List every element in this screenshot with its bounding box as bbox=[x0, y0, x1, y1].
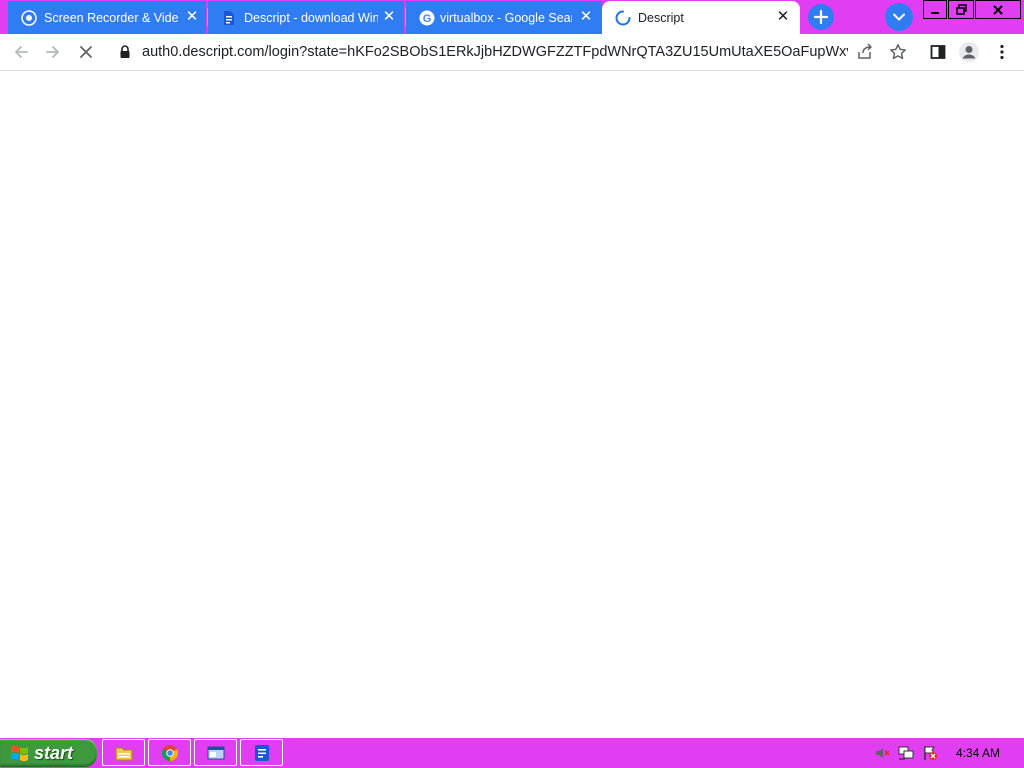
window-icon bbox=[207, 746, 224, 759]
share-icon bbox=[858, 43, 872, 59]
star-icon bbox=[890, 44, 906, 60]
close-icon bbox=[80, 46, 92, 58]
clock[interactable]: 4:34 AM bbox=[956, 746, 1006, 760]
share-button[interactable] bbox=[856, 43, 874, 61]
minimize-icon bbox=[931, 11, 939, 14]
taskbar-item-window[interactable] bbox=[194, 739, 237, 766]
back-button[interactable] bbox=[9, 40, 33, 64]
tab-descript-active[interactable]: Descript ✕ bbox=[602, 1, 800, 34]
plus-icon bbox=[814, 10, 828, 24]
taskbar-item-chrome[interactable] bbox=[148, 739, 191, 766]
tab-virtualbox-search[interactable]: G virtualbox - Google Sear ✕ bbox=[406, 1, 602, 34]
bookmark-star-button[interactable] bbox=[889, 43, 907, 61]
start-label: start bbox=[34, 743, 74, 763]
browser-toolbar: auth0.descript.com/login?state=hKFo2SBOb… bbox=[0, 34, 1024, 70]
taskbar-item-descript[interactable] bbox=[240, 739, 283, 766]
profile-button[interactable] bbox=[957, 40, 981, 64]
forward-button[interactable] bbox=[41, 40, 65, 64]
close-tab-icon[interactable]: ✕ bbox=[381, 9, 397, 25]
arrow-right-icon bbox=[46, 46, 59, 58]
tab-search-button[interactable] bbox=[885, 3, 913, 31]
tab-descript-download[interactable]: Descript - download Win ✕ bbox=[208, 1, 404, 34]
chevron-down-icon bbox=[893, 13, 905, 21]
tab-title: Descript bbox=[638, 11, 684, 25]
close-tab-icon[interactable]: ✕ bbox=[578, 9, 594, 25]
restore-button[interactable] bbox=[948, 0, 974, 19]
side-panel-button[interactable] bbox=[926, 40, 950, 64]
chrome-icon bbox=[161, 744, 178, 761]
new-tab-button[interactable] bbox=[808, 4, 834, 30]
close-window-button[interactable] bbox=[975, 0, 1021, 19]
minimize-button[interactable] bbox=[923, 0, 947, 19]
descript-doc-icon bbox=[220, 9, 238, 27]
avatar-icon bbox=[959, 42, 979, 62]
start-button[interactable]: start bbox=[0, 739, 97, 767]
screen-recorder-icon bbox=[20, 9, 38, 27]
arrow-left-icon bbox=[15, 46, 28, 58]
restore-icon bbox=[955, 4, 967, 15]
descript-doc-icon bbox=[254, 744, 269, 761]
tab-title: Descript - download Win bbox=[244, 11, 378, 25]
side-panel-icon bbox=[930, 45, 946, 59]
menu-button[interactable] bbox=[990, 40, 1014, 64]
tab-title: virtualbox - Google Sear bbox=[440, 11, 572, 25]
tab-strip: Screen Recorder & Video ✕ Descript - dow… bbox=[0, 0, 1024, 34]
taskbar: start bbox=[0, 738, 1024, 768]
tab-title: Screen Recorder & Video bbox=[44, 11, 178, 25]
address-bar[interactable]: auth0.descript.com/login?state=hKFo2SBOb… bbox=[110, 37, 916, 67]
url-text[interactable]: auth0.descript.com/login?state=hKFo2SBOb… bbox=[142, 43, 848, 61]
volume-muted-icon[interactable] bbox=[874, 745, 890, 761]
tab-screen-recorder[interactable]: Screen Recorder & Video ✕ bbox=[8, 1, 206, 34]
close-icon bbox=[993, 4, 1003, 15]
kebab-menu-icon bbox=[1000, 44, 1004, 60]
google-icon: G bbox=[418, 9, 436, 27]
folder-icon bbox=[115, 747, 132, 760]
security-alert-icon[interactable] bbox=[922, 745, 938, 761]
windows-logo-icon bbox=[10, 744, 30, 762]
close-tab-icon[interactable]: ✕ bbox=[775, 9, 791, 25]
taskbar-item-file-explorer[interactable] bbox=[102, 739, 145, 766]
page-content bbox=[0, 71, 1024, 738]
loading-spinner-icon bbox=[614, 9, 632, 27]
close-tab-icon[interactable]: ✕ bbox=[184, 9, 200, 25]
network-icon[interactable] bbox=[898, 745, 914, 761]
stop-loading-button[interactable] bbox=[74, 40, 98, 64]
lock-icon[interactable] bbox=[119, 45, 131, 59]
svg-text:G: G bbox=[423, 13, 432, 25]
